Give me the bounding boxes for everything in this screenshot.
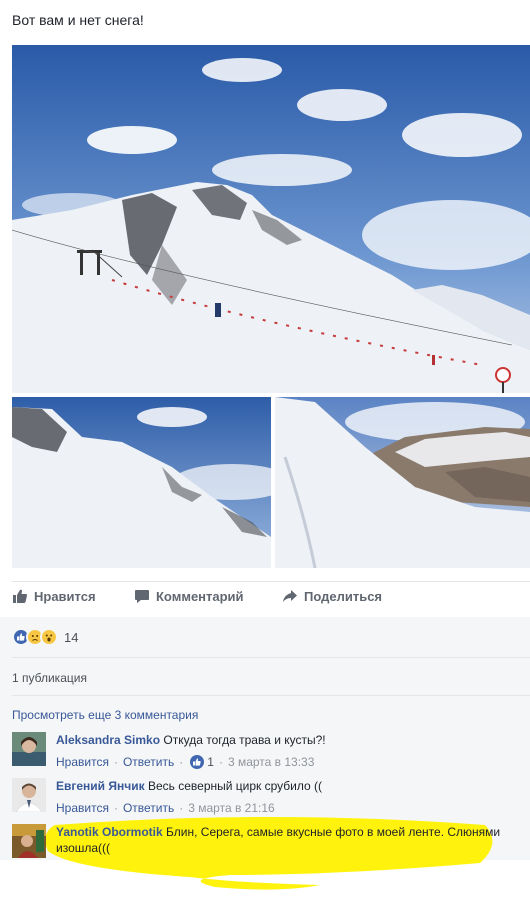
- post-photo-main[interactable]: [12, 45, 530, 393]
- post-text: Вот вам и нет снега!: [12, 12, 144, 28]
- avatar[interactable]: [12, 778, 46, 812]
- like-button-label: Нравится: [34, 588, 96, 604]
- comment-button-label: Комментарий: [156, 588, 244, 604]
- thumbs-up-icon: [13, 589, 27, 603]
- separator: ·: [179, 755, 184, 769]
- comment-button[interactable]: Комментарий: [134, 588, 274, 604]
- separator: ·: [218, 755, 223, 769]
- view-more-comments-link[interactable]: Просмотреть еще 3 комментария: [12, 708, 198, 722]
- reactions-count: 14: [64, 629, 79, 645]
- comment-like-link[interactable]: Нравится: [56, 754, 109, 770]
- post-photo-right[interactable]: [275, 397, 530, 568]
- avatar[interactable]: [12, 824, 46, 858]
- valley-photo-image: [275, 397, 530, 568]
- comment-time[interactable]: 3 марта в 13:33: [228, 754, 314, 770]
- comment-author[interactable]: Aleksandra Simko: [56, 733, 160, 747]
- comment-body: Aleksandra Simko Откуда тогда трава и ку…: [56, 732, 506, 770]
- divider: [12, 695, 530, 696]
- divider: [12, 657, 530, 658]
- comment-author[interactable]: Евгений Янчик: [56, 779, 145, 793]
- comment-icon: [135, 590, 149, 603]
- avatar[interactable]: [12, 732, 46, 766]
- comment-text: Весь северный цирк срубило ((: [147, 779, 323, 793]
- divider: [12, 581, 530, 582]
- like-button[interactable]: Нравится: [12, 588, 122, 604]
- comment-likes-count: 1: [207, 755, 214, 769]
- comment-meta: Нравится · Ответить · 1 · 3 марта в 13:3…: [56, 754, 506, 770]
- comment-body: Евгений Янчик Весь северный цирк срубило…: [56, 778, 506, 816]
- comment-likes[interactable]: 1: [190, 754, 214, 770]
- comment-text: Откуда тогда трава и кусты?!: [163, 733, 326, 747]
- reactions-summary[interactable]: 14: [12, 628, 78, 646]
- comment-body: Yanotik Obormotik Блин, Серега, самые вк…: [56, 824, 506, 856]
- comment-reply-link[interactable]: Ответить: [123, 754, 174, 770]
- separator: ·: [113, 755, 118, 769]
- shares-count-link[interactable]: 1 публикация: [12, 671, 87, 685]
- wow-icon: [40, 628, 58, 646]
- share-button[interactable]: Поделиться: [282, 588, 422, 604]
- share-button-label: Поделиться: [304, 588, 383, 604]
- like-icon: [190, 755, 205, 769]
- comment-author[interactable]: Yanotik Obormotik: [56, 825, 163, 839]
- mountain-photo-image: [12, 45, 530, 393]
- post-photo-left[interactable]: [12, 397, 271, 568]
- slope-photo-image: [12, 397, 271, 568]
- share-arrow-icon: [283, 590, 297, 602]
